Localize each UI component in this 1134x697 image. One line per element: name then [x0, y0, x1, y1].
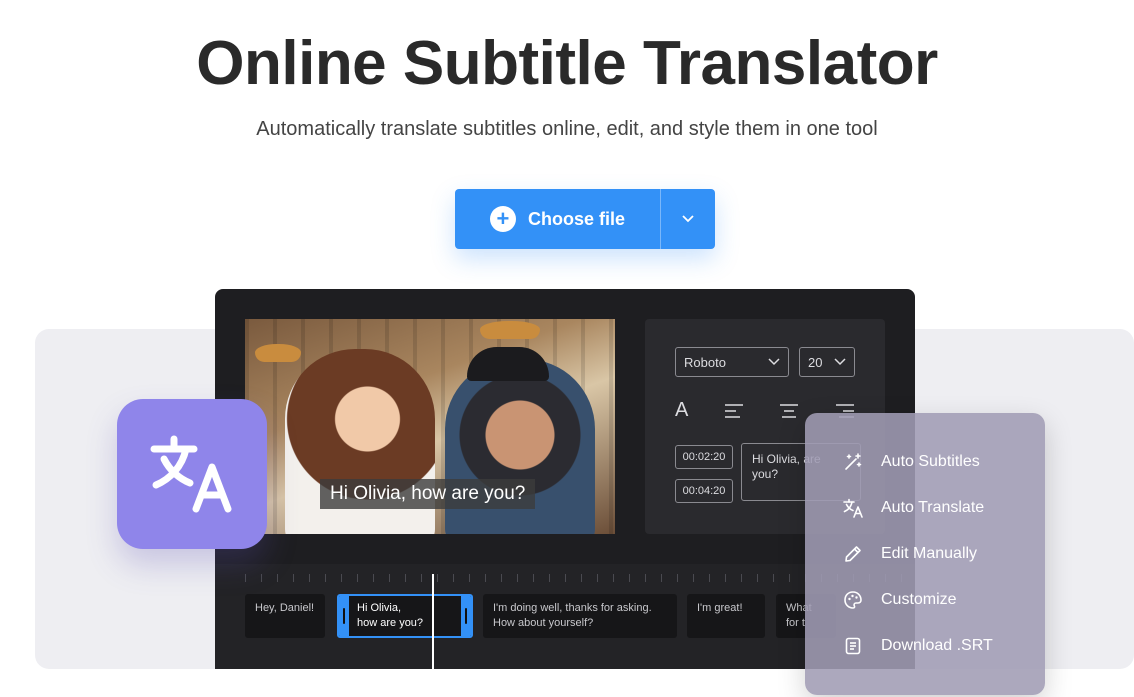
font-select-value: Roboto	[684, 354, 726, 370]
hat-shape	[467, 347, 549, 381]
lamp-icon	[480, 321, 540, 339]
choose-file-dropdown-button[interactable]	[661, 189, 715, 249]
translate-icon	[843, 498, 863, 518]
timeline-clip[interactable]: Hey, Daniel!	[245, 594, 325, 638]
timeline-clip-text: Hi Olivia, how are you?	[357, 602, 424, 629]
font-select[interactable]: Roboto	[675, 347, 789, 377]
choose-file-button[interactable]: + Choose file	[455, 189, 660, 249]
translate-icon	[150, 435, 232, 513]
text-color-icon[interactable]: A	[675, 399, 688, 422]
menu-item-label: Edit Manually	[881, 545, 978, 562]
lamp-icon	[255, 344, 301, 362]
align-left-icon[interactable]	[724, 403, 744, 419]
translate-badge	[117, 399, 267, 549]
menu-item-download-srt[interactable]: Download .SRT	[843, 632, 993, 660]
clip-start-handle[interactable]	[339, 596, 349, 636]
chevron-down-icon	[768, 358, 780, 366]
chevron-down-icon	[834, 358, 846, 366]
menu-item-auto-translate[interactable]: Auto Translate	[843, 494, 984, 522]
timeline-clip[interactable]: I'm great!	[687, 594, 765, 638]
feature-menu: Auto Subtitles Auto Translate Edit Manua…	[805, 413, 1045, 695]
chevron-down-icon	[682, 215, 694, 223]
clip-end-handle[interactable]	[461, 596, 471, 636]
menu-item-label: Download .SRT	[881, 637, 993, 654]
page-subtitle: Automatically translate subtitles online…	[256, 118, 878, 140]
align-center-icon[interactable]	[779, 403, 799, 419]
video-caption: Hi Olivia, how are you?	[320, 479, 536, 509]
palette-icon	[844, 591, 862, 609]
size-select-value: 20	[808, 354, 823, 370]
magic-wand-icon	[845, 453, 862, 470]
start-time-field[interactable]: 00:02:20	[675, 445, 733, 469]
menu-item-auto-subtitles[interactable]: Auto Subtitles	[843, 448, 980, 476]
end-time-field[interactable]: 00:04:20	[675, 479, 733, 503]
menu-item-label: Auto Subtitles	[881, 453, 980, 470]
size-select[interactable]: 20	[799, 347, 855, 377]
choose-file-label: Choose file	[527, 208, 625, 229]
plus-circle-icon: +	[489, 206, 516, 232]
menu-item-label: Customize	[881, 591, 957, 608]
menu-item-label: Auto Translate	[881, 499, 985, 516]
page-title: Online Subtitle Translator	[196, 29, 938, 98]
menu-item-edit-manually[interactable]: Edit Manually	[843, 540, 977, 568]
timeline-clip-selected[interactable]: Hi Olivia, how are you?	[337, 594, 473, 638]
timeline-clip[interactable]: I'm doing well, thanks for asking. How a…	[483, 594, 677, 638]
playhead[interactable]	[432, 574, 434, 669]
video-preview[interactable]: Hi Olivia, how are you?	[245, 319, 615, 534]
choose-file-button-group: + Choose file	[455, 189, 715, 249]
menu-item-customize[interactable]: Customize	[843, 586, 957, 614]
document-icon	[845, 637, 861, 655]
pencil-icon	[845, 546, 861, 562]
